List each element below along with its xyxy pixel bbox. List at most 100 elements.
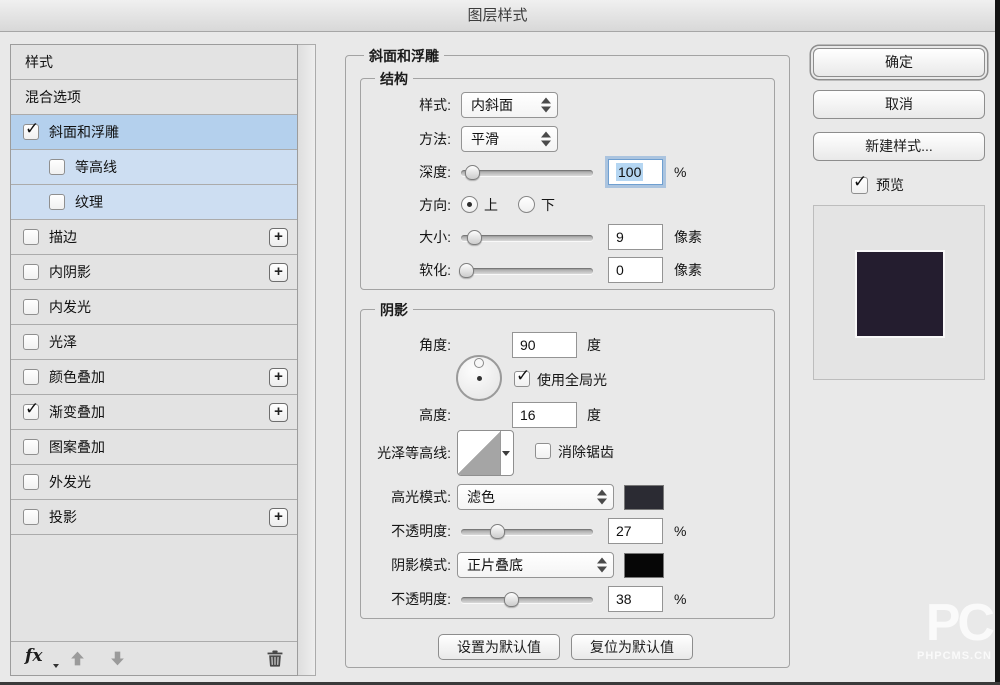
sidebar-item-color-overlay[interactable]: 颜色叠加 (11, 360, 297, 395)
technique-select[interactable]: 平滑 (461, 126, 558, 152)
structure-legend: 结构 (375, 69, 413, 89)
inner-shadow-checkbox[interactable] (23, 264, 39, 280)
sidebar-item-drop-shadow[interactable]: 投影 (11, 500, 297, 535)
highlight-mode-row: 高光模式: 滤色 (361, 484, 774, 510)
style-row: 样式: 内斜面 (361, 92, 774, 118)
sidebar-item-blending-options[interactable]: 混合选项 (11, 80, 297, 115)
add-stroke-button[interactable] (269, 228, 288, 247)
watermark-logo: PC (925, 594, 995, 652)
shadow-opacity-row: 不透明度: 38 % (361, 586, 774, 612)
anti-alias-checkbox[interactable] (535, 443, 551, 459)
drop-shadow-checkbox[interactable] (23, 509, 39, 525)
size-row: 大小: 9 像素 (361, 224, 774, 250)
fx-icon[interactable]: fx (25, 646, 42, 666)
sidebar-item-satin[interactable]: 光泽 (11, 325, 297, 360)
arrow-down-icon (111, 651, 124, 666)
depth-row: 深度: 100 % (361, 159, 774, 185)
new-style-button[interactable]: 新建样式... (813, 132, 985, 161)
technique-row: 方法: 平滑 (361, 126, 774, 152)
sidebar-item-texture[interactable]: 纹理 (11, 185, 297, 220)
phpcms-watermark: PC PHPCMS.CN (916, 594, 995, 662)
soften-slider[interactable] (459, 263, 593, 279)
styles-list: 样式 混合选项 斜面和浮雕 等高线 纹理 描边 内阴影 内发光 光泽 颜色叠加 (10, 44, 298, 676)
size-input[interactable]: 9 (608, 224, 663, 250)
add-inner-shadow-button[interactable] (269, 263, 288, 282)
shadow-opacity-slider[interactable] (461, 592, 593, 608)
preview-panel (813, 205, 985, 380)
altitude-input[interactable]: 16 (512, 402, 577, 428)
shadow-mode-select[interactable]: 正片叠底 (457, 552, 614, 578)
highlight-opacity-input[interactable]: 27 (608, 518, 663, 544)
slider-thumb[interactable] (467, 230, 483, 245)
texture-checkbox[interactable] (49, 194, 65, 210)
stepper-arrows-icon (597, 489, 607, 506)
sidebar-item-styles[interactable]: 样式 (11, 45, 297, 80)
shadow-color-swatch[interactable] (624, 553, 664, 578)
title-bar[interactable]: 图层样式 (0, 0, 995, 32)
satin-checkbox[interactable] (23, 334, 39, 350)
direction-up-radio[interactable] (461, 196, 478, 213)
sidebar-item-stroke[interactable]: 描边 (11, 220, 297, 255)
move-down-button[interactable] (109, 650, 126, 672)
add-drop-shadow-button[interactable] (269, 508, 288, 527)
highlight-mode-select[interactable]: 滤色 (457, 484, 614, 510)
fx-caret-icon (53, 664, 59, 668)
direction-down-radio[interactable] (518, 196, 535, 213)
highlight-opacity-slider[interactable] (461, 524, 593, 540)
sidebar-item-bevel-emboss[interactable]: 斜面和浮雕 (11, 115, 297, 150)
set-default-button[interactable]: 设置为默认值 (438, 634, 560, 660)
sidebar-item-inner-shadow[interactable]: 内阴影 (11, 255, 297, 290)
contour-checkbox[interactable] (49, 159, 65, 175)
use-global-light-checkbox[interactable] (514, 366, 530, 387)
pattern-overlay-checkbox[interactable] (23, 439, 39, 455)
soften-input[interactable]: 0 (608, 257, 663, 283)
bevel-emboss-checkbox[interactable] (23, 119, 39, 140)
cancel-button[interactable]: 取消 (813, 90, 985, 119)
angle-row: 角度: 90 度 (361, 332, 774, 358)
gloss-contour-picker[interactable] (457, 430, 514, 476)
delete-style-button[interactable] (267, 650, 283, 672)
sidebar-item-pattern-overlay[interactable]: 图案叠加 (11, 430, 297, 465)
add-gradient-overlay-button[interactable] (269, 403, 288, 422)
sidebar-item-outer-glow[interactable]: 外发光 (11, 465, 297, 500)
slider-thumb[interactable] (464, 165, 480, 180)
sidebar-item-contour[interactable]: 等高线 (11, 150, 297, 185)
preview-thumbnail (855, 250, 945, 338)
bevel-style-select[interactable]: 内斜面 (461, 92, 558, 118)
styles-list-footer: fx (11, 641, 297, 675)
sidebar-item-inner-glow[interactable]: 内发光 (11, 290, 297, 325)
outer-glow-checkbox[interactable] (23, 474, 39, 490)
slider-thumb[interactable] (459, 263, 475, 278)
stroke-checkbox[interactable] (23, 229, 39, 245)
structure-group: 结构 样式: 内斜面 方法: 平滑 深度: 100 % 方向: 上 下 大小: … (360, 69, 775, 290)
depth-slider[interactable] (461, 165, 593, 181)
contour-dropdown-arrow-icon (502, 451, 510, 456)
reset-default-button[interactable]: 复位为默认值 (571, 634, 693, 660)
inner-glow-checkbox[interactable] (23, 299, 39, 315)
shading-group: 阴影 角度: 90 度 使用全局光 高度: 16 度 光泽等高线: 消除锯 (360, 300, 775, 619)
preview-label: 预览 (876, 177, 904, 193)
ok-button[interactable]: 确定 (813, 48, 985, 77)
move-up-button[interactable] (69, 650, 86, 672)
sidebar-item-gradient-overlay[interactable]: 渐变叠加 (11, 395, 297, 430)
sidebar-scrollbar[interactable] (298, 44, 316, 676)
direction-row: 方向: 上 下 (419, 196, 555, 213)
angle-input[interactable]: 90 (512, 332, 577, 358)
gradient-overlay-checkbox[interactable] (23, 399, 39, 420)
highlight-color-swatch[interactable] (624, 485, 664, 510)
depth-input[interactable]: 100 (608, 159, 663, 185)
add-color-overlay-button[interactable] (269, 368, 288, 387)
panel-title: 斜面和浮雕 (364, 46, 444, 66)
preview-checkbox[interactable] (851, 172, 868, 194)
slider-thumb[interactable] (489, 524, 505, 539)
watermark-url: PHPCMS.CN (916, 650, 992, 662)
shadow-opacity-input[interactable]: 38 (608, 586, 663, 612)
soften-row: 软化: 0 像素 (361, 257, 774, 283)
size-slider[interactable] (461, 230, 593, 246)
angle-dial-knob[interactable] (474, 358, 484, 368)
stepper-arrows-icon (541, 97, 551, 114)
slider-thumb[interactable] (504, 592, 520, 607)
trash-icon (267, 650, 283, 667)
arrow-up-icon (71, 651, 84, 666)
color-overlay-checkbox[interactable] (23, 369, 39, 385)
